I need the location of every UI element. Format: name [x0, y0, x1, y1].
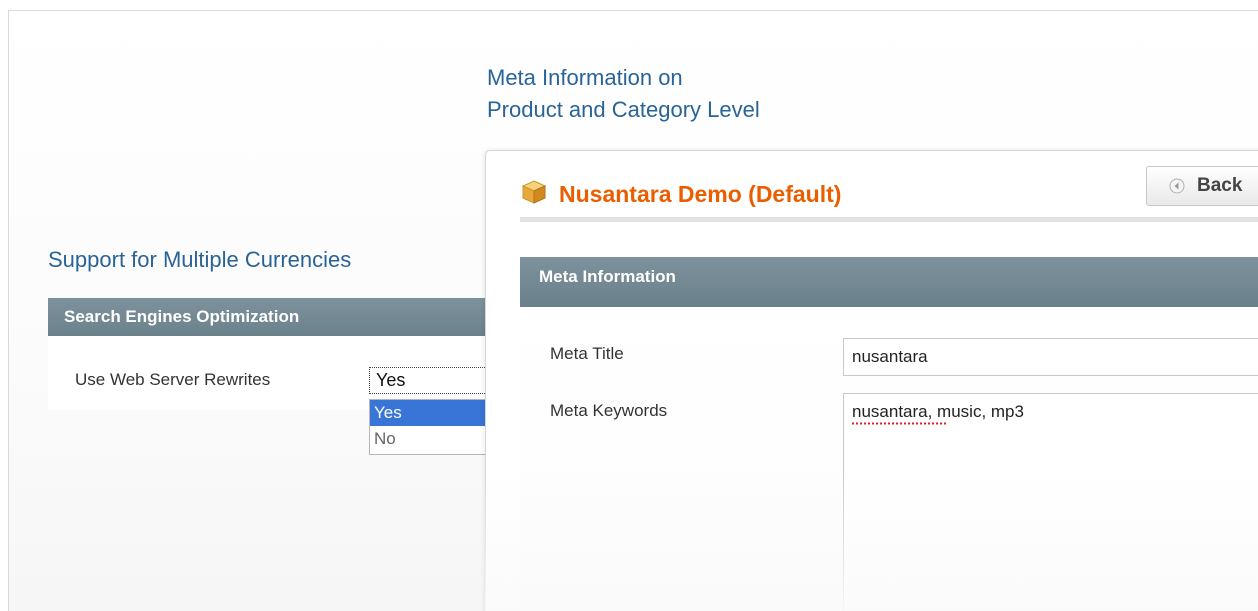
meta-title-input[interactable] [843, 338, 1258, 376]
web-server-rewrites-dropdown: Yes No [369, 399, 489, 455]
meta-title-label: Meta Title [550, 344, 624, 363]
store-view-title: Nusantara Demo (Default) [559, 181, 842, 207]
circle-arrow-left-icon [1169, 178, 1185, 194]
title-divider [520, 217, 1258, 222]
option-no[interactable]: No [370, 426, 488, 452]
web-server-rewrites-label: Use Web Server Rewrites [75, 370, 271, 389]
option-yes[interactable]: Yes [370, 400, 488, 426]
meta-info-caption-line2: Product and Category Level [487, 97, 760, 122]
meta-info-caption: Meta Information on Product and Category… [487, 62, 760, 126]
multiple-currencies-caption: Support for Multiple Currencies [48, 247, 352, 272]
store-box-icon [521, 180, 547, 204]
meta-information-header[interactable]: Meta Information [520, 257, 1258, 307]
meta-keywords-label: Meta Keywords [550, 401, 668, 420]
meta-info-caption-line1: Meta Information on [487, 65, 683, 90]
meta-keywords-textarea[interactable]: nusantara, music, mp3 [843, 393, 1258, 611]
back-button[interactable]: Back [1146, 166, 1258, 206]
page: Meta Information on Product and Category… [0, 0, 1258, 611]
seo-section-header[interactable]: Search Engines Optimization [48, 298, 488, 336]
web-server-rewrites-select[interactable]: Yes [369, 367, 489, 394]
spellcheck-underline [851, 422, 947, 425]
